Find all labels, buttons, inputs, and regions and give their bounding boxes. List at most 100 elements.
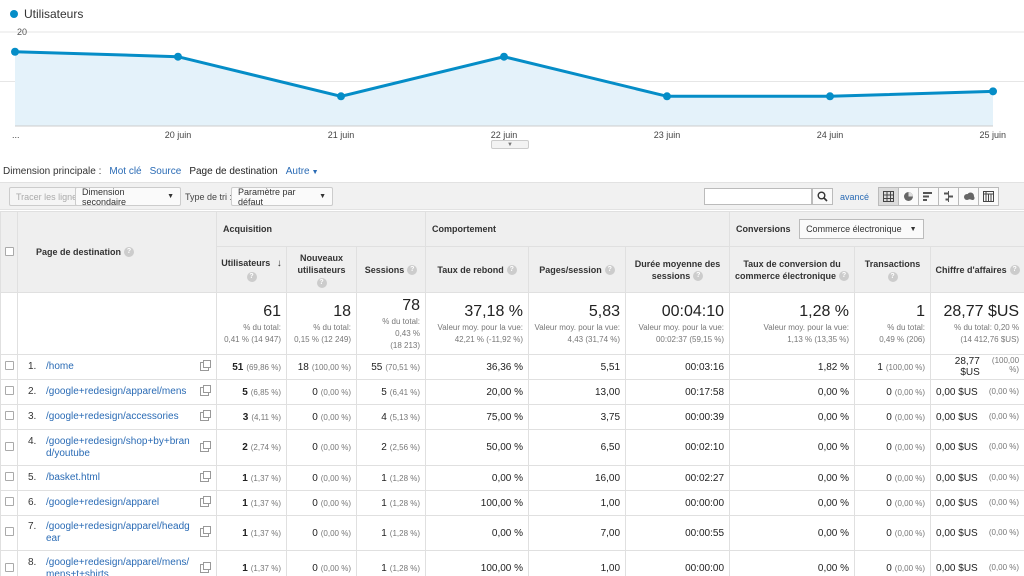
table-search-input[interactable] — [704, 188, 812, 205]
bounce-cell: 100,00 % — [425, 550, 530, 576]
conv-cell: 0,00 % — [729, 429, 856, 466]
col-sessions[interactable]: Sessions? — [355, 246, 427, 293]
chart-resize-grip[interactable]: ▼ — [491, 140, 529, 149]
landing-page-link[interactable]: /google+redesign/apparel/mens/mens+t+shi… — [46, 557, 193, 576]
open-external-icon[interactable] — [200, 496, 211, 507]
help-icon[interactable]: ? — [1009, 265, 1020, 276]
col-new-users[interactable]: Nouveaux utilisateurs? — [286, 246, 357, 293]
trans-percent: (0,00 %) — [894, 387, 926, 397]
select-all-checkbox[interactable] — [4, 246, 14, 256]
row-checkbox[interactable] — [4, 411, 14, 420]
trans-percent: (0,00 %) — [894, 564, 926, 573]
users-line-chart[interactable]: 201020 juin21 juin22 juin23 juin24 juin2… — [0, 0, 1024, 150]
table-row: 6./google+redesign/apparel 1 (1,37 %) 0 (0,0… — [0, 490, 1024, 516]
help-icon[interactable]: ? — [124, 247, 135, 258]
dimension-other[interactable]: Autre ▼ — [286, 166, 319, 177]
rev-cell: 0,00 $US (0,00 %) — [930, 515, 1024, 551]
help-icon[interactable]: ? — [693, 271, 704, 282]
users-value: 5 — [242, 386, 248, 398]
view-comparison-button[interactable] — [938, 187, 959, 206]
row-checkbox[interactable] — [4, 497, 14, 506]
trans-percent: (0,00 %) — [894, 443, 926, 452]
dimension-landing-page[interactable]: Page de destination — [189, 166, 277, 177]
pps-value: 13,00 — [595, 386, 621, 398]
table-row: 3./google+redesign/accessories 3 (4,11 %) 0… — [0, 404, 1024, 430]
conversion-type-select[interactable]: Commerce électronique ▼ — [799, 219, 924, 239]
col-avg-duration[interactable]: Durée moyenne des sessions? — [625, 246, 731, 293]
landing-page-cell: 2. /google+redesign/apparel/mens — [17, 379, 217, 405]
chevron-down-icon: ▼ — [311, 169, 319, 176]
table-row: 2./google+redesign/apparel/mens 5 (6,85 %)… — [0, 379, 1024, 405]
dimension-keyword[interactable]: Mot clé — [109, 166, 141, 177]
open-external-icon[interactable] — [200, 561, 211, 573]
help-icon[interactable]: ? — [887, 271, 898, 282]
row-checkbox[interactable] — [4, 361, 14, 370]
pps-value: 1,00 — [600, 563, 621, 574]
trans-value: 1 — [877, 361, 883, 373]
row-checkbox[interactable] — [4, 527, 14, 536]
total-sub1: Valeur moy. pour la vue: — [534, 322, 621, 332]
open-external-icon[interactable] — [200, 385, 211, 396]
col-conversion-rate[interactable]: Taux de conversion du commerce électroni… — [729, 246, 856, 293]
view-pivot-button[interactable] — [978, 187, 999, 206]
col-bounce-rate[interactable]: Taux de rebond? — [425, 246, 530, 293]
new-value: 0 — [312, 386, 318, 398]
sessions-value: 1 — [381, 472, 387, 484]
row-checkbox[interactable] — [4, 441, 14, 451]
landing-page-link[interactable]: /basket.html — [46, 472, 193, 484]
rev-percent: (0,00 %) — [988, 472, 1020, 482]
dimension-header[interactable]: Page de destination? — [17, 211, 217, 293]
row-checkbox[interactable] — [4, 562, 14, 572]
total-value: 1,28 % — [799, 302, 850, 320]
help-icon[interactable]: ? — [604, 265, 615, 276]
landing-page-cell: 3. /google+redesign/accessories — [17, 404, 217, 430]
open-external-icon[interactable] — [200, 360, 211, 371]
rev-value: 0,00 $US — [936, 411, 978, 423]
secondary-dimension-select[interactable]: Dimension secondaire ▼ — [75, 187, 181, 207]
landing-page-link[interactable]: /google+redesign/apparel — [46, 497, 193, 509]
table-toolbar: Tracer les lignes Dimension secondaire ▼ … — [0, 182, 1024, 210]
dur-cell: 00:00:00 — [625, 490, 731, 516]
view-table-button[interactable] — [878, 187, 899, 206]
view-pie-button[interactable] — [898, 187, 919, 206]
col-transactions[interactable]: Transactions? — [854, 246, 932, 293]
new-percent: (0,00 %) — [320, 412, 351, 422]
landing-page-link[interactable]: /google+redesign/apparel/mens — [46, 386, 193, 398]
help-icon[interactable]: ? — [407, 265, 418, 276]
open-external-icon[interactable] — [200, 471, 211, 482]
col-users[interactable]: Utilisateurs ↓? — [216, 246, 287, 293]
dur-value: 00:00:00 — [685, 497, 725, 509]
col-users-label: Utilisateurs — [221, 258, 271, 268]
new-value: 0 — [312, 411, 318, 423]
landing-page-link[interactable]: /google+redesign/apparel/headgear — [46, 521, 193, 545]
col-revenue[interactable]: Chiffre d'affaires? — [930, 246, 1024, 293]
sessions-cell: 2 (2,56 %) — [355, 429, 427, 466]
open-external-icon[interactable] — [200, 440, 211, 452]
help-icon[interactable]: ? — [316, 277, 327, 288]
conv-value: 0,00 % — [817, 527, 850, 539]
help-icon[interactable]: ? — [839, 271, 850, 282]
sort-type-select[interactable]: Paramètre par défaut ▼ — [231, 186, 333, 207]
help-icon[interactable]: ? — [506, 265, 517, 276]
advanced-filter-link[interactable]: avancé — [840, 192, 869, 202]
dimension-source[interactable]: Source — [150, 166, 182, 177]
row-checkbox[interactable] — [4, 386, 14, 395]
landing-page-link[interactable]: /google+redesign/shop+by+brand/youtube — [46, 436, 193, 460]
landing-page-link[interactable]: /home — [46, 361, 193, 373]
view-term-cloud-button[interactable] — [958, 187, 979, 206]
help-icon[interactable]: ? — [246, 272, 257, 282]
users-percent: (1,37 %) — [250, 564, 281, 573]
row-checkbox[interactable] — [4, 472, 14, 481]
open-external-icon[interactable] — [200, 526, 211, 537]
search-button[interactable] — [812, 188, 833, 205]
view-performance-button[interactable] — [918, 187, 939, 206]
col-pages-session[interactable]: Pages/session? — [528, 246, 627, 293]
landing-page-link[interactable]: /google+redesign/accessories — [46, 411, 193, 423]
users-value: 2 — [242, 442, 248, 453]
sort-type-label: Type de tri : — [185, 192, 233, 202]
data-point — [663, 92, 671, 101]
open-external-icon[interactable] — [200, 410, 211, 421]
conv-cell: 0,00 % — [729, 379, 856, 405]
sort-type-value: Paramètre par défaut — [238, 186, 296, 207]
new-cell: 0 (0,00 %) — [286, 429, 357, 466]
